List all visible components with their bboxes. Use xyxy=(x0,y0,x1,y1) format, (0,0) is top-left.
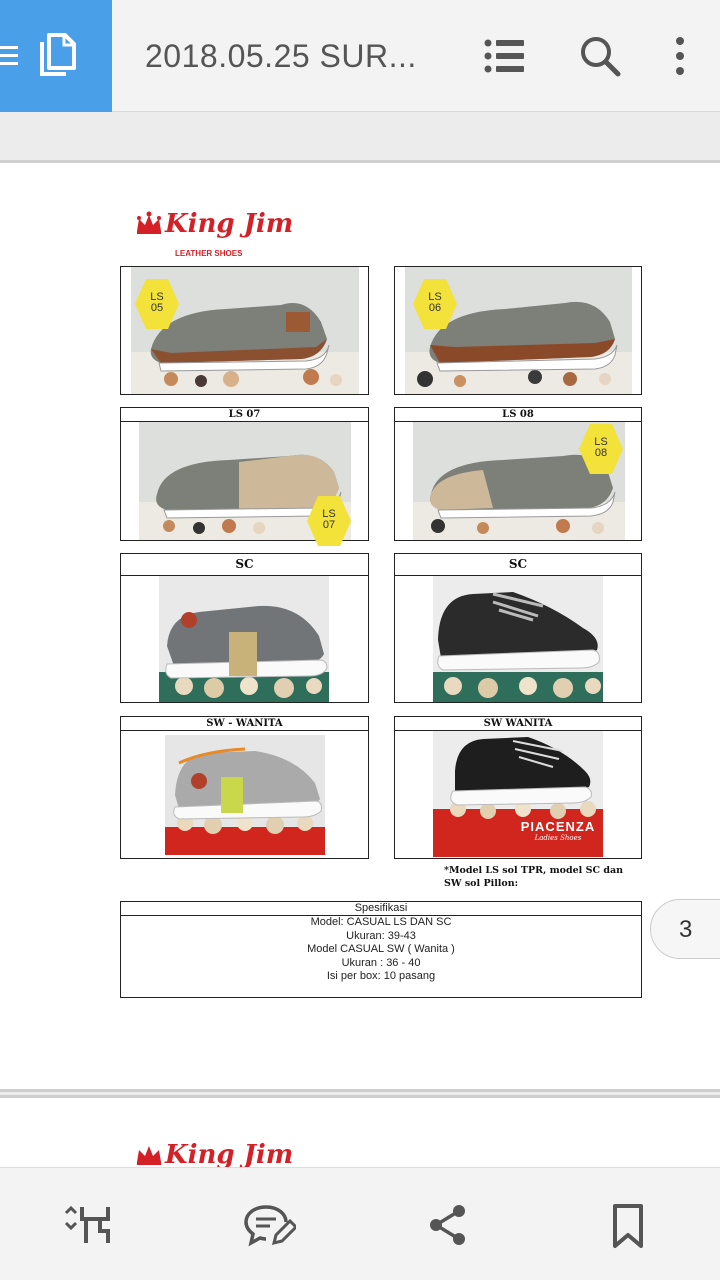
product-card-sw-black: SW WANITA PIACENZA Ladies Shoes xyxy=(394,716,642,859)
product-title: LS 08 xyxy=(395,408,641,422)
spec-line: Ukuran: 39-43 xyxy=(346,929,416,942)
spec-line: Isi per box: 10 pasang xyxy=(326,970,436,982)
top-toolbar: 2018.05.25 SUR... xyxy=(0,0,720,112)
product-card-ls07: LS 07 LS 07 xyxy=(120,407,369,546)
document-viewer[interactable]: King Jim LEATHER SHOES LS 05 LS 06 LS 07… xyxy=(0,112,720,1175)
product-card-sc-grey: SC xyxy=(120,553,369,703)
next-pdf-page: King Jim xyxy=(0,1095,720,1175)
product-photo xyxy=(165,735,325,855)
box-brand-sub: Ladies Shoes xyxy=(534,834,582,842)
spec-line: Ukuran : 36 - 40 xyxy=(341,956,421,969)
hamburger-icon xyxy=(0,46,18,70)
product-title: SC xyxy=(121,554,368,576)
brand-logo: King Jim LEATHER SHOES xyxy=(135,209,293,258)
product-card-ls05: LS 05 xyxy=(120,266,369,395)
brand-name: King Jim xyxy=(165,1140,294,1170)
product-card-sc-black: SC xyxy=(394,553,642,703)
crown-icon xyxy=(137,1146,161,1165)
bottom-toolbar xyxy=(0,1167,720,1280)
product-card-sw-grey: SW - WANITA xyxy=(120,716,369,859)
box-brand-name: PIACENZA xyxy=(520,819,596,834)
list-view-icon[interactable] xyxy=(484,34,526,78)
search-icon[interactable] xyxy=(578,34,622,78)
pdf-page: King Jim LEATHER SHOES LS 05 LS 06 LS 07… xyxy=(0,160,720,1092)
more-vert-icon[interactable] xyxy=(672,34,688,78)
menu-button[interactable] xyxy=(0,0,112,112)
page-jump-icon[interactable] xyxy=(64,1203,112,1247)
comment-edit-icon[interactable] xyxy=(244,1203,296,1247)
page-number-indicator[interactable]: 3 xyxy=(650,899,720,959)
brand-name: King Jim xyxy=(165,209,294,239)
page-number: 3 xyxy=(679,916,693,943)
product-title: SW WANITA xyxy=(395,717,641,731)
product-title: SW - WANITA xyxy=(121,717,368,731)
crown-icon xyxy=(137,211,161,234)
product-photo xyxy=(159,576,329,702)
sole-note: *Model LS sol TPR, model SC dan SW sol P… xyxy=(444,865,624,889)
spec-line: Model: CASUAL LS DAN SC xyxy=(310,916,452,928)
bookmark-icon[interactable] xyxy=(612,1203,644,1249)
product-title: SC xyxy=(395,554,641,576)
box-brand: PIACENZA Ladies Shoes xyxy=(513,819,603,842)
brand-subtitle: LEATHER SHOES xyxy=(175,249,243,258)
product-title: LS 07 xyxy=(121,408,368,422)
document-title: 2018.05.25 SUR... xyxy=(145,38,417,74)
spec-line: Model CASUAL SW ( Wanita ) xyxy=(307,943,455,955)
product-photo xyxy=(433,576,603,702)
share-icon[interactable] xyxy=(428,1203,468,1247)
spec-table: Spesifikasi Model: CASUAL LS DAN SC Ukur… xyxy=(120,901,642,998)
copy-document-icon xyxy=(40,33,76,76)
product-card-ls08: LS 08 LS 08 xyxy=(394,407,642,541)
product-card-ls06: LS 06 xyxy=(394,266,642,395)
spec-heading: Spesifikasi xyxy=(121,902,641,916)
